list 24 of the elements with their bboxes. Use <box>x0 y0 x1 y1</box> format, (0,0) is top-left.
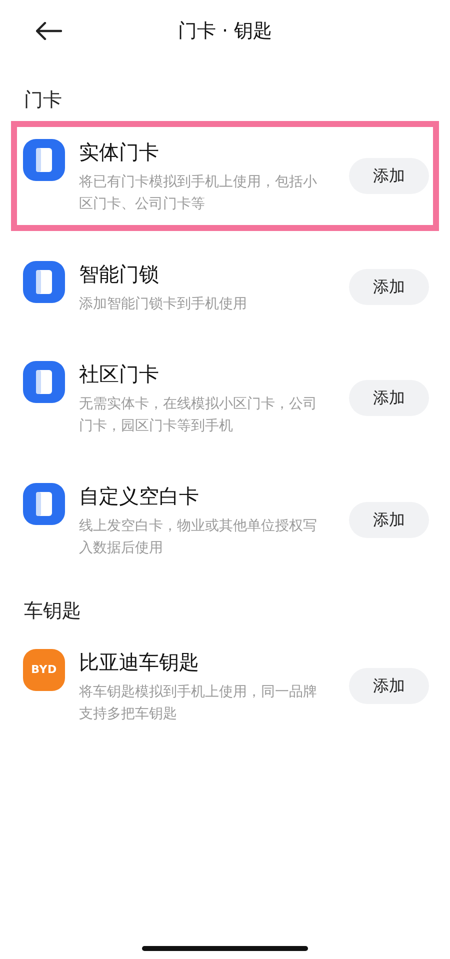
card-icon <box>23 138 65 180</box>
item-title: 智能门锁 <box>79 260 160 288</box>
card-icon <box>23 482 65 524</box>
back-icon[interactable] <box>36 22 62 40</box>
item-title: 比亚迪车钥匙 <box>79 649 200 676</box>
item-description: 将车钥匙模拟到手机上使用，同一品牌支持多把车钥匙 <box>79 683 318 724</box>
section-title: 门卡 <box>23 88 63 113</box>
add-button[interactable]: 添加 <box>349 502 429 538</box>
item-title: 社区门卡 <box>79 360 160 388</box>
item-description: 无需实体卡，在线模拟小区门卡，公司门卡，园区门卡等到手机 <box>79 394 318 436</box>
section-title: 车钥匙 <box>23 598 82 624</box>
card-icon <box>23 260 65 302</box>
add-button[interactable]: 添加 <box>349 668 429 704</box>
add-button[interactable]: 添加 <box>349 268 429 304</box>
add-button[interactable]: 添加 <box>349 380 429 416</box>
item-description: 添加智能门锁卡到手机使用 <box>79 294 248 314</box>
page-title: 门卡 · 钥匙 <box>178 18 272 44</box>
item-title: 自定义空白卡 <box>79 482 200 510</box>
item-description: 将已有门卡模拟到手机上使用，包括小区门卡、公司门卡等 <box>79 172 318 214</box>
item-description: 线上发空白卡，物业或其他单位授权写入数据后使用 <box>79 516 318 558</box>
card-icon <box>23 360 65 402</box>
add-button[interactable]: 添加 <box>349 158 429 194</box>
item-title: 实体门卡 <box>79 138 160 166</box>
brand-logo: BYD <box>23 649 65 691</box>
